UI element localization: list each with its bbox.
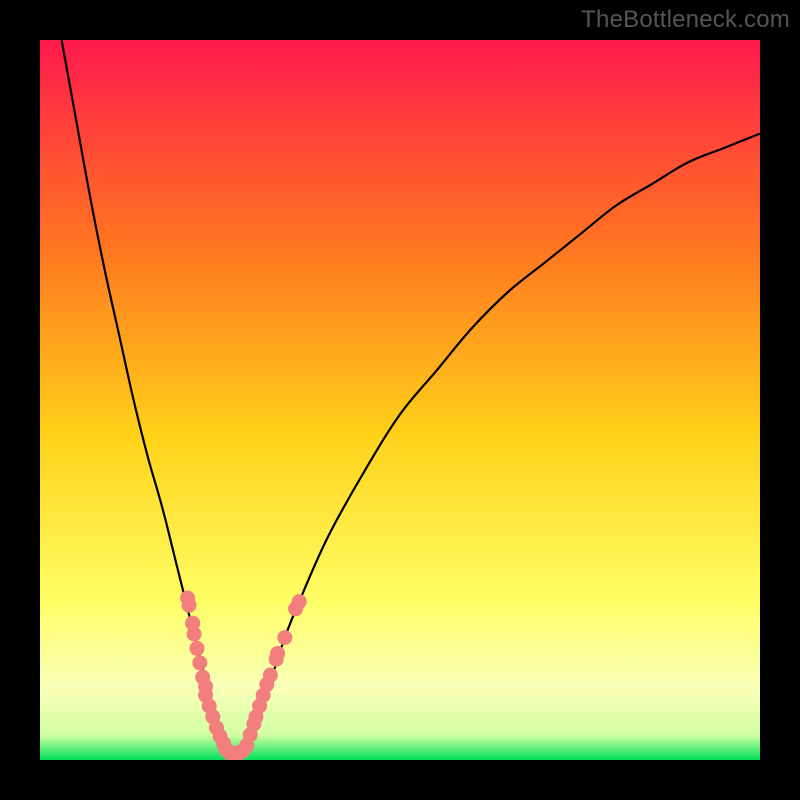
chart-svg bbox=[40, 40, 760, 760]
data-marker bbox=[263, 668, 278, 683]
data-marker bbox=[277, 630, 292, 645]
data-marker bbox=[187, 627, 202, 642]
data-marker bbox=[189, 641, 204, 656]
data-marker bbox=[292, 594, 307, 609]
data-marker bbox=[182, 598, 197, 613]
plot-area bbox=[40, 40, 760, 760]
watermark-text: TheBottleneck.com bbox=[581, 6, 790, 34]
chart-frame: { "watermark": "TheBottleneck.com", "col… bbox=[0, 0, 800, 800]
data-marker bbox=[192, 655, 207, 670]
data-marker bbox=[270, 646, 285, 661]
bottleneck-curve bbox=[62, 40, 760, 755]
